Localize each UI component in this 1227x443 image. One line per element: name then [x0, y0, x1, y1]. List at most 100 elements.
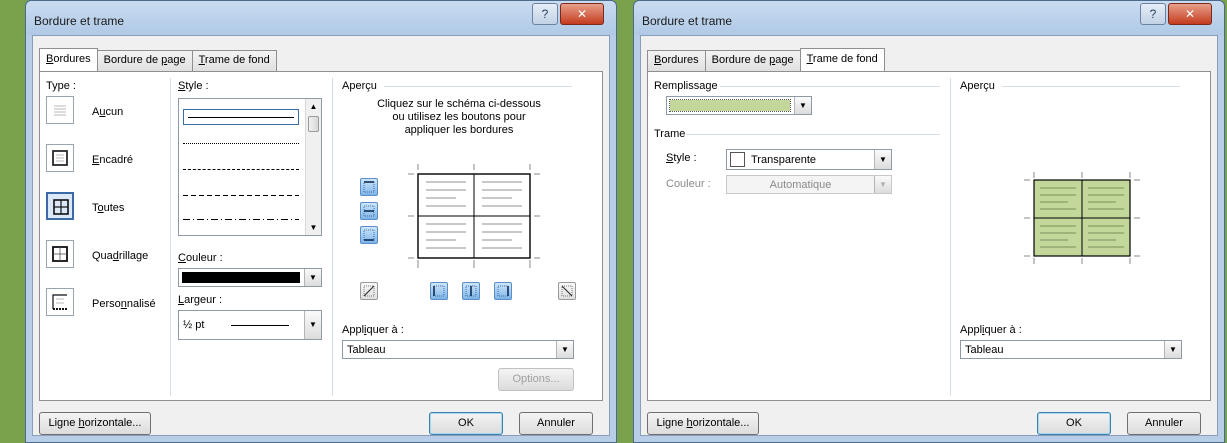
width-sample-line — [231, 325, 289, 326]
setting-custom-icon — [52, 294, 67, 310]
close-icon: ✕ — [1184, 7, 1196, 21]
tab-shading[interactable]: Trame de fond — [191, 50, 277, 71]
help-button[interactable]: ? — [532, 3, 558, 25]
close-icon: ✕ — [576, 7, 588, 21]
dialog-title: Bordure et trame — [34, 14, 125, 28]
horizontal-line-button[interactable]: Ligne horizontale... — [647, 412, 759, 435]
diagonal-up-icon — [363, 285, 375, 297]
chevron-down-icon: ▼ — [304, 311, 321, 339]
cancel-button[interactable]: Annuler — [1127, 412, 1201, 435]
options-button[interactable]: Options... — [498, 368, 574, 391]
border-inside-vertical-button[interactable] — [462, 282, 480, 300]
border-preview-diagram[interactable] — [404, 160, 544, 272]
fill-color-swatch — [669, 99, 791, 112]
tab-page-border[interactable]: Bordure de page — [704, 50, 801, 71]
border-diagonal-down-button[interactable] — [558, 282, 576, 300]
setting-all-button[interactable] — [46, 192, 74, 220]
pattern-color-dropdown[interactable]: Automatique ▼ — [726, 175, 892, 194]
width-label: Largeur : — [178, 294, 223, 306]
scroll-down-icon[interactable]: ▼ — [306, 220, 321, 235]
apply-to-label: Appliquer à : — [960, 324, 1022, 336]
group-line — [1002, 86, 1180, 87]
close-button[interactable]: ✕ — [560, 3, 604, 25]
style-item-solid[interactable] — [183, 109, 299, 125]
setting-custom-label: Personnalisé — [92, 298, 156, 310]
shading-panel: Remplissage ▼ Trame Style : Transparente… — [647, 71, 1211, 401]
border-diagonal-up-button[interactable] — [360, 282, 378, 300]
borders-panel: Type : Aucun Encadré Toutes Quadrillage … — [39, 71, 603, 401]
border-bottom-icon — [363, 229, 375, 241]
border-left-button[interactable] — [430, 282, 448, 300]
chevron-down-icon: ▼ — [1164, 341, 1181, 358]
setting-grid-button[interactable] — [46, 240, 74, 268]
border-inside-vertical-icon — [465, 285, 477, 297]
chevron-down-icon: ▼ — [874, 176, 891, 193]
preview-label: Aperçu — [960, 80, 995, 92]
pattern-style-label: Style : — [666, 152, 697, 164]
tab-strip: Bordures Bordure de page Trame de fond — [647, 48, 885, 71]
tab-page-border[interactable]: Bordure de page — [96, 50, 193, 71]
title-bar[interactable]: Bordure et trame ? ✕ — [634, 1, 1224, 35]
group-line — [686, 134, 940, 135]
border-bottom-button[interactable] — [360, 226, 378, 244]
preview-hint: Cliquez sur le schéma ci-dessous ou util… — [377, 98, 541, 136]
setting-none-button[interactable] — [46, 96, 74, 124]
tab-borders[interactable]: Bordures — [647, 50, 706, 71]
ok-button[interactable]: OK — [429, 412, 503, 435]
separator — [950, 78, 951, 396]
style-list[interactable]: ▲ ▼ — [178, 98, 322, 236]
pattern-style-dropdown[interactable]: Transparente ▼ — [726, 149, 892, 170]
border-right-icon — [497, 285, 509, 297]
setting-none-icon — [54, 105, 66, 116]
scroll-thumb[interactable] — [308, 116, 319, 132]
apply-to-dropdown[interactable]: Tableau ▼ — [342, 340, 574, 359]
apply-to-label: Appliquer à : — [342, 324, 404, 336]
tab-shading[interactable]: Trame de fond — [799, 48, 885, 71]
chevron-down-icon: ▼ — [794, 97, 811, 114]
border-left-icon — [433, 285, 445, 297]
title-bar[interactable]: Bordure et trame ? ✕ — [26, 1, 616, 35]
fill-color-dropdown[interactable]: ▼ — [666, 96, 812, 115]
color-swatch — [182, 272, 300, 283]
setting-all-label: Toutes — [92, 202, 125, 214]
transparent-swatch — [730, 152, 745, 167]
pattern-label: Trame — [654, 128, 686, 140]
border-inside-horizontal-button[interactable] — [360, 202, 378, 220]
close-button[interactable]: ✕ — [1168, 3, 1212, 25]
color-label: Couleur : — [178, 252, 223, 264]
help-icon: ? — [541, 7, 549, 21]
dialog-client: Bordures Bordure de page Trame de fond T… — [32, 35, 610, 436]
setting-grid-label: Quadrillage — [92, 250, 149, 262]
shading-preview-diagram — [1024, 172, 1140, 264]
border-right-button[interactable] — [494, 282, 512, 300]
help-icon: ? — [1149, 7, 1157, 21]
separator — [332, 78, 333, 396]
border-top-button[interactable] — [360, 178, 378, 196]
setting-box-icon — [52, 150, 68, 166]
setting-box-button[interactable] — [46, 144, 74, 172]
pattern-color-label: Couleur : — [666, 178, 711, 190]
diagonal-down-icon — [561, 285, 573, 297]
help-button[interactable]: ? — [1140, 3, 1166, 25]
chevron-down-icon: ▼ — [304, 269, 321, 286]
apply-to-value: Tableau — [965, 344, 1004, 356]
tab-borders[interactable]: Bordures — [39, 48, 98, 71]
separator — [170, 78, 171, 396]
ok-button[interactable]: OK — [1037, 412, 1111, 435]
type-label: Type : — [46, 80, 76, 92]
horizontal-line-button[interactable]: Ligne horizontale... — [39, 412, 151, 435]
borders-dialog: Bordure et trame ? ✕ Bordures Bordure de… — [25, 0, 617, 443]
cancel-button[interactable]: Annuler — [519, 412, 593, 435]
apply-to-dropdown[interactable]: Tableau ▼ — [960, 340, 1182, 359]
scroll-up-icon[interactable]: ▲ — [306, 99, 321, 114]
setting-none-label: Aucun — [92, 106, 124, 118]
color-dropdown[interactable]: ▼ — [178, 268, 322, 287]
style-list-scrollbar[interactable]: ▲ ▼ — [305, 99, 321, 235]
width-dropdown[interactable]: ½ pt ▼ — [178, 310, 322, 340]
setting-custom-button[interactable] — [46, 288, 74, 316]
group-line — [384, 86, 572, 87]
chevron-down-icon: ▼ — [874, 150, 891, 169]
width-value: ½ pt — [183, 319, 205, 331]
setting-box-label: Encadré — [92, 154, 133, 166]
setting-grid-icon — [52, 246, 68, 262]
